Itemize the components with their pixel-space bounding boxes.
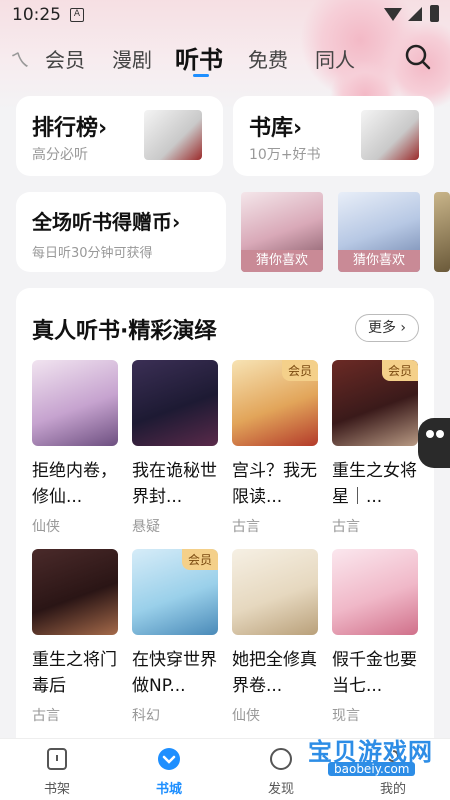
mascot-eye [436, 430, 444, 438]
ranking-cover [144, 110, 202, 160]
floating-mascot-icon[interactable] [418, 418, 450, 468]
book-genre: 悬疑 [132, 519, 160, 535]
tab-free[interactable]: 免费 [248, 44, 288, 73]
vip-badge: 会员 [181, 549, 218, 570]
signal-icon [408, 7, 422, 21]
section-title: 真人听书·精彩演绎 [32, 319, 217, 344]
book-item[interactable]: 我在诡秘世界封... 悬疑 [132, 360, 218, 536]
tab-audiobook[interactable]: 听书 [175, 40, 223, 75]
vip-badge: 会员 [381, 360, 418, 381]
book-cover [32, 549, 118, 635]
book-item[interactable]: 会员 宫斗？我无限读... 古言 [232, 360, 318, 536]
guess-tag: 猜你喜欢 [338, 250, 420, 272]
watermark-url: baobeiy.com [328, 762, 416, 776]
discover-icon [270, 748, 292, 770]
book-cover: 会员 [332, 360, 418, 446]
book-genre: 科幻 [132, 708, 160, 724]
library-subtitle: 10万+好书 [249, 147, 321, 163]
book-cover [132, 360, 218, 446]
book-item[interactable]: 她把全修真界卷... 仙侠 [232, 549, 318, 725]
book-cover [232, 549, 318, 635]
active-tab-indicator [193, 74, 209, 77]
nav-label: 书城 [155, 782, 182, 797]
listen-reward-title: 全场听书得赠币› [32, 210, 181, 234]
book-cover: 会员 [132, 549, 218, 635]
guess-book-2[interactable]: 猜你喜欢 [338, 192, 420, 272]
book-title: 我在诡秘世界封... [132, 461, 217, 507]
book-title: 拒绝内卷，修仙... [32, 461, 117, 507]
more-button[interactable]: 更多 › [355, 314, 419, 342]
guess-tag: 猜你喜欢 [241, 250, 323, 272]
ranking-subtitle: 高分必听 [32, 147, 88, 163]
library-card[interactable]: 书库› 10万+好书 [233, 96, 434, 176]
battery-icon [430, 5, 439, 22]
status-bar: 10:25 A [0, 0, 450, 32]
category-tabs: ㄟ 会员 漫剧 听书 免费 同人 [0, 40, 450, 80]
book-cover: 会员 [232, 360, 318, 446]
library-title: 书库› [249, 116, 303, 141]
nav-label: 书架 [43, 782, 70, 797]
book-genre: 古言 [332, 519, 360, 535]
mascot-eye [426, 430, 434, 438]
bookstore-icon [158, 748, 180, 770]
book-title: 假千金也要当七... [332, 650, 417, 696]
tab-partial-left[interactable]: ㄟ [10, 44, 30, 73]
book-genre: 古言 [232, 519, 260, 535]
book-genre: 古言 [32, 708, 60, 724]
listen-reward-subtitle: 每日听30分钟可获得 [32, 246, 153, 261]
book-genre: 仙侠 [32, 519, 60, 535]
tab-vip[interactable]: 会员 [45, 44, 85, 73]
book-item[interactable]: 会员 重生之女将星｜... 古言 [332, 360, 418, 536]
vip-badge: 会员 [281, 360, 318, 381]
book-item[interactable]: 假千金也要当七... 现言 [332, 549, 418, 725]
book-item[interactable]: 重生之将门毒后 古言 [32, 549, 118, 725]
book-item[interactable]: 会员 在快穿世界做NP... 科幻 [132, 549, 218, 725]
tab-drama[interactable]: 漫剧 [112, 44, 152, 73]
listen-reward-card[interactable]: 全场听书得赠币› 每日听30分钟可获得 [16, 192, 226, 272]
ranking-title: 排行榜› [32, 116, 108, 141]
book-title: 宫斗？我无限读... [232, 461, 317, 507]
book-cover [332, 549, 418, 635]
library-cover [361, 110, 419, 160]
book-cover [32, 360, 118, 446]
watermark: 宝贝游戏网 baobeiy.com [300, 722, 440, 782]
book-title: 重生之将门毒后 [32, 650, 117, 696]
wifi-icon [384, 8, 402, 21]
book-title: 重生之女将星｜... [332, 461, 417, 507]
status-time: 10:25 [12, 5, 61, 25]
tab-fanfic[interactable]: 同人 [315, 44, 355, 73]
search-icon[interactable] [405, 44, 431, 70]
book-item[interactable]: 拒绝内卷，修仙... 仙侠 [32, 360, 118, 536]
book-title: 在快穿世界做NP... [132, 650, 217, 696]
guess-book-3-partial[interactable] [434, 192, 450, 272]
notification-icon: A [70, 8, 84, 22]
guess-book-1[interactable]: 猜你喜欢 [241, 192, 323, 272]
book-title: 她把全修真界卷... [232, 650, 317, 696]
ranking-card[interactable]: 排行榜› 高分必听 [16, 96, 223, 176]
nav-bookstore[interactable]: 书城 [124, 739, 214, 800]
nav-bookshelf[interactable]: 书架 [12, 739, 102, 800]
bookshelf-icon [47, 748, 67, 770]
